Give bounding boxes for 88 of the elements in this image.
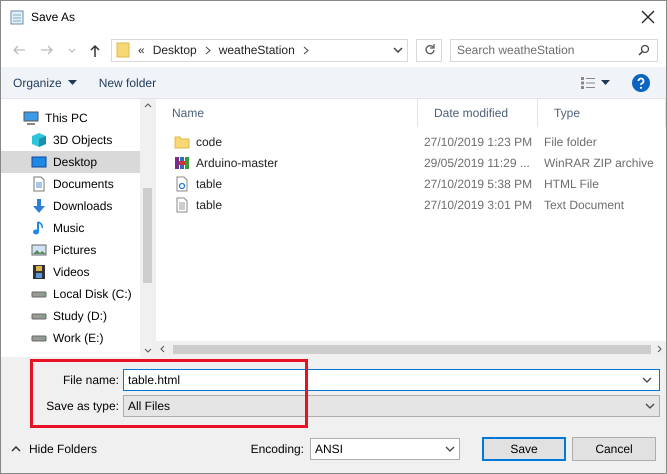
scrollbar-thumb[interactable]: [173, 344, 651, 354]
nav-item[interactable]: This PC: [1, 107, 140, 129]
type-cell-text: WinRAR ZIP archive: [543, 156, 655, 170]
text-file-icon: [174, 196, 190, 212]
web-page-icon: [174, 176, 190, 192]
organize-button[interactable]: Organize: [13, 76, 77, 90]
computer-icon: [23, 110, 39, 126]
search-field[interactable]: Search weatheStation: [450, 38, 658, 62]
address-bar[interactable]: « Desktop weatheStation: [111, 38, 408, 62]
chevron-down-icon: [68, 48, 76, 52]
type-cell-text: File folder: [543, 134, 598, 148]
chevron-icon: [302, 46, 309, 54]
file-name-cell[interactable]: code: [156, 134, 418, 150]
file-type-dropdown[interactable]: All Files: [123, 395, 660, 417]
details-view-icon: [581, 76, 595, 88]
caret-icon: [642, 377, 652, 383]
cancel-button[interactable]: Cancel: [572, 437, 656, 461]
forward-arrow-icon: [40, 45, 54, 55]
nav-item[interactable]: Study (D:): [1, 305, 140, 327]
monitor-icon: [31, 154, 47, 170]
breadcrumb[interactable]: Desktop: [152, 43, 197, 57]
up-arrow-icon: [90, 44, 100, 56]
drive-icon: [31, 290, 47, 298]
caret-icon: [393, 47, 403, 53]
cube-icon: [31, 132, 47, 148]
close-icon: [641, 10, 655, 24]
help-icon: [632, 74, 650, 92]
file-name-cell[interactable]: table: [156, 196, 418, 212]
view-options-button[interactable]: [581, 76, 610, 88]
up-caret-icon: [144, 103, 152, 108]
folder-icon: [174, 134, 190, 150]
archive-icon: [174, 154, 190, 170]
nav-item[interactable]: Videos: [1, 261, 140, 283]
notepad-icon: [9, 9, 25, 25]
nav-item[interactable]: Music: [1, 217, 140, 239]
nav-item[interactable]: Documents: [1, 173, 140, 195]
caret-icon: [68, 80, 77, 85]
save-button[interactable]: Save: [482, 437, 566, 461]
nav-item[interactable]: Local Disk (C:): [1, 283, 140, 305]
back-arrow-icon: [12, 45, 26, 55]
drive-icon: [31, 312, 47, 320]
down-caret-icon: [144, 348, 152, 353]
scrollbar[interactable]: [140, 99, 155, 357]
field-label: File name:: [62, 373, 120, 387]
column-header[interactable]: Date modified: [418, 99, 538, 127]
breadcrumb[interactable]: weatheStation: [218, 43, 295, 57]
nav-item[interactable]: 3D Objects: [1, 129, 140, 151]
folder-icon: [116, 42, 130, 58]
nav-item[interactable]: Work (E:): [1, 327, 140, 349]
refresh-icon: [424, 44, 434, 54]
chevron-icon: [204, 46, 211, 54]
encoding-dropdown[interactable]: ANSI: [310, 438, 460, 460]
date-cell-text: 27/10/2019 1:23 PM: [423, 134, 534, 148]
picture-icon: [31, 242, 47, 258]
caret-icon: [645, 403, 655, 409]
nav-item[interactable]: Downloads: [1, 195, 140, 217]
date-cell-text: 27/10/2019 3:01 PM: [423, 198, 534, 212]
type-cell-text: Text Document: [543, 198, 626, 212]
download-arrow-icon: [31, 198, 47, 214]
nav-item[interactable]: Desktop: [1, 151, 140, 173]
encoding-label: Encoding:: [250, 442, 304, 456]
file-name-cell[interactable]: Arduino-master: [156, 154, 418, 170]
right-caret-icon: [657, 345, 662, 353]
up-caret-icon: [11, 446, 21, 452]
column-header[interactable]: Name: [156, 99, 418, 127]
file-name-cell[interactable]: table: [156, 176, 418, 192]
caret-icon: [445, 446, 455, 452]
scrollbar-thumb[interactable]: [143, 188, 152, 283]
new-folder-button[interactable]: New folder: [98, 76, 156, 90]
refresh-button[interactable]: [416, 38, 442, 62]
file-name-field[interactable]: table.html: [123, 369, 660, 391]
hide-folders-button[interactable]: Hide Folders: [11, 442, 98, 456]
help-button[interactable]: [632, 74, 650, 92]
address-overflow[interactable]: «: [138, 43, 145, 57]
nav-item[interactable]: Pictures: [1, 239, 140, 261]
column-header[interactable]: Type: [538, 99, 666, 127]
date-cell-text: 29/05/2019 11:29 ...: [423, 156, 531, 170]
date-cell-text: 27/10/2019 5:38 PM: [423, 176, 534, 190]
type-cell-text: HTML File: [543, 176, 600, 190]
scrollbar[interactable]: [156, 341, 666, 357]
document-icon: [31, 176, 47, 192]
window-title: Save As: [31, 10, 76, 24]
film-strip-icon: [31, 264, 47, 280]
drive-icon: [31, 334, 47, 342]
left-caret-icon: [160, 345, 165, 353]
field-label: Save as type:: [45, 399, 120, 413]
caret-icon: [601, 80, 610, 85]
search-icon: [638, 44, 650, 56]
